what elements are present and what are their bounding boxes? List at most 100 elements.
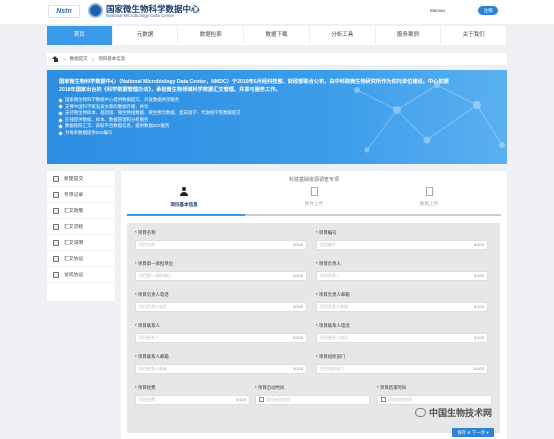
field-organizing-dept: * 项目组织部门 项目组织部门 0/100 bbox=[316, 354, 488, 378]
nav-item-download[interactable]: 数据下载 bbox=[244, 26, 310, 45]
watermark-text: 中国生物技术网 bbox=[429, 408, 493, 418]
leader-phone-input[interactable]: 项目负责人电话 0/100 bbox=[135, 302, 307, 312]
file-icon bbox=[310, 187, 318, 196]
flow-icon bbox=[53, 223, 59, 230]
sidebar-item-label: 访问协议 bbox=[64, 273, 84, 278]
leader-email-input[interactable]: 项目负责人邮箱 0/100 bbox=[316, 302, 488, 312]
sidebar-item-records[interactable]: 专项记录 bbox=[47, 187, 115, 203]
sidebar-item-label: 汇交说明 bbox=[64, 241, 84, 246]
diamond-bullet-icon bbox=[58, 117, 63, 123]
sidebar-item-instructions[interactable]: 汇交说明 bbox=[47, 235, 115, 251]
breadcrumb-item-submit[interactable]: 数据提交 bbox=[70, 56, 88, 62]
first-institution-input[interactable]: 项目第一承担单位 0/100 bbox=[135, 271, 307, 281]
nav-item-metadata[interactable]: 元数据 bbox=[113, 26, 179, 45]
sidebar-item-label: 新建提交 bbox=[64, 177, 84, 182]
agreement-icon bbox=[53, 255, 59, 262]
project-info-form: * 项目名称 项目名称 0/100 * 项目编号 项目编号 0/100 * 项目第一… bbox=[127, 223, 500, 433]
contact-input[interactable]: 项目联系人 0/100 bbox=[135, 333, 307, 343]
sidebar: 新建提交 专项记录 汇交政策 汇交流程 汇交说明 汇交协议 访问协议 bbox=[47, 171, 115, 301]
emblem-icon bbox=[88, 3, 103, 18]
field-label: * 项目负责人电话 bbox=[135, 292, 169, 297]
field-label: * 项目结束时间 bbox=[377, 385, 407, 390]
contact-phone-input[interactable]: 项目联系人电话 0/100 bbox=[316, 333, 488, 343]
sidebar-item-agreement[interactable]: 汇交协议 bbox=[47, 251, 115, 267]
panel-title: 科技基础资源调查专项 bbox=[288, 177, 339, 183]
nav-item-home[interactable]: 首页 bbox=[47, 26, 113, 45]
sidebar-item-process[interactable]: 汇交流程 bbox=[47, 219, 115, 235]
project-number-input[interactable]: 项目编号 0/100 bbox=[316, 240, 488, 250]
info-icon bbox=[53, 239, 59, 246]
end-date-input[interactable]: 项目结束时间 bbox=[377, 395, 492, 405]
step-basic-info[interactable]: 项目基本信息 bbox=[144, 185, 224, 208]
step-progress-line bbox=[127, 214, 245, 216]
breadcrumb-separator: > bbox=[91, 56, 95, 62]
field-label: * 项目负责人邮箱 bbox=[316, 292, 350, 297]
diamond-bullet-icon bbox=[58, 131, 63, 136]
sidebar-item-new-submission[interactable]: 新建提交 bbox=[47, 171, 115, 187]
step-data-upload[interactable]: 数据上传 bbox=[389, 185, 469, 207]
lock-icon bbox=[53, 271, 59, 278]
calendar-icon bbox=[381, 397, 386, 403]
field-label: * 项目组织部门 bbox=[316, 354, 346, 359]
field-contact-email: * 项目联系人邮箱 项目联系人邮箱 0/100 bbox=[135, 354, 307, 378]
field-project-name: * 项目名称 项目名称 0/100 bbox=[135, 230, 307, 254]
main-nav: 首页 元数据 数据检索 数据下载 分析工具 服务案例 关于我们 bbox=[47, 26, 508, 45]
username[interactable]: Mamao bbox=[430, 8, 445, 13]
breadcrumb-item-current: 项目基本信息 bbox=[98, 56, 126, 61]
wechat-watermark: 中国生物技术网 bbox=[415, 406, 492, 419]
breadcrumb-separator: > bbox=[63, 56, 66, 62]
sidebar-item-label: 汇交政策 bbox=[64, 209, 84, 214]
document-icon bbox=[53, 207, 59, 214]
step-remaining-line bbox=[245, 214, 501, 216]
field-project-number: * 项目编号 项目编号 0/100 bbox=[316, 230, 488, 254]
banner-list-text: 支持微生物样本、基因组、微生物组数据、微生物元数据、蛋白组学、代谢组学等数据提交 bbox=[65, 110, 241, 116]
nav-item-about[interactable]: 关于我们 bbox=[441, 26, 508, 45]
field-project-leader: * 项目负责人 项目负责人 0/100 bbox=[316, 261, 488, 285]
step-label: 附件上传 bbox=[304, 201, 324, 206]
molecule-network-graphic bbox=[354, 82, 505, 153]
sidebar-item-label: 汇交协议 bbox=[64, 257, 84, 262]
nav-item-search[interactable]: 数据检索 bbox=[178, 26, 245, 45]
start-date-input[interactable]: 项目启动时间 bbox=[255, 395, 370, 405]
field-funding: * 项目经费 项目经费 0/100 bbox=[135, 385, 250, 409]
field-contact-phone: * 项目联系人电话 项目联系人电话 0/100 bbox=[316, 323, 488, 347]
top-header: Nstn 国家微生物科学数据中心 National Microbiology D… bbox=[0, 0, 554, 24]
diamond-bullet-icon bbox=[58, 124, 63, 129]
file-icon bbox=[425, 187, 433, 196]
wechat-icon bbox=[415, 408, 426, 417]
edit-icon bbox=[53, 175, 59, 182]
project-name-input[interactable]: 项目名称 0/100 bbox=[135, 240, 307, 250]
site-subtitle: National Microbiology Data Center bbox=[106, 13, 175, 18]
diamond-bullet-icon bbox=[58, 111, 63, 116]
funding-input[interactable]: 项目经费 0/100 bbox=[135, 395, 250, 405]
site-logo[interactable]: Nstn bbox=[48, 5, 80, 18]
field-label: * 项目经费 bbox=[135, 385, 156, 390]
diamond-bullet-icon bbox=[58, 98, 63, 103]
field-leader-phone: * 项目负责人电话 项目负责人电话 0/100 bbox=[135, 292, 307, 316]
list-icon bbox=[53, 191, 59, 198]
field-first-institution: * 项目第一承担单位 项目第一承担单位 0/100 bbox=[135, 261, 307, 285]
save-next-button[interactable]: 保存 & 下一步 ▾ bbox=[452, 428, 494, 437]
field-label: * 项目第一承担单位 bbox=[135, 261, 174, 266]
sidebar-item-label: 专项记录 bbox=[64, 193, 84, 198]
banner-list-text: 数据按照汇交、获取平台数据信息、提供数据DOI服务 bbox=[65, 123, 170, 129]
contact-email-input[interactable]: 项目联系人邮箱 0/100 bbox=[135, 364, 307, 374]
field-label: * 项目负责人 bbox=[316, 261, 341, 266]
home-icon[interactable] bbox=[52, 56, 59, 62]
step-label: 项目基本信息 bbox=[170, 202, 198, 207]
nav-item-tools[interactable]: 分析工具 bbox=[310, 26, 376, 45]
nav-item-cases[interactable]: 服务案例 bbox=[376, 26, 442, 45]
sidebar-item-access[interactable]: 访问协议 bbox=[47, 267, 115, 283]
organizing-dept-input[interactable]: 项目组织部门 0/100 bbox=[316, 364, 488, 374]
sidebar-item-policy[interactable]: 汇交政策 bbox=[47, 203, 115, 219]
step-indicator: 项目基本信息 附件上传 数据上传 bbox=[121, 185, 507, 216]
breadcrumb: > 数据提交 > 项目基本信息 bbox=[47, 53, 507, 65]
step-attachments[interactable]: 附件上传 bbox=[274, 185, 354, 207]
sidebar-item-label: 汇交流程 bbox=[64, 225, 84, 230]
user-icon bbox=[179, 187, 189, 197]
main-panel: 科技基础资源调查专项 项目基本信息 附件上传 数据上传 * 项目名称 项目名称 0… bbox=[121, 171, 507, 439]
logout-button[interactable]: 注销 bbox=[478, 6, 498, 15]
field-label: * 项目名称 bbox=[135, 230, 156, 235]
banner-list-text: 国家微生物科学数据中心提供数据提交、开放数据共享服务 bbox=[65, 97, 180, 102]
project-leader-input[interactable]: 项目负责人 0/100 bbox=[316, 271, 488, 281]
